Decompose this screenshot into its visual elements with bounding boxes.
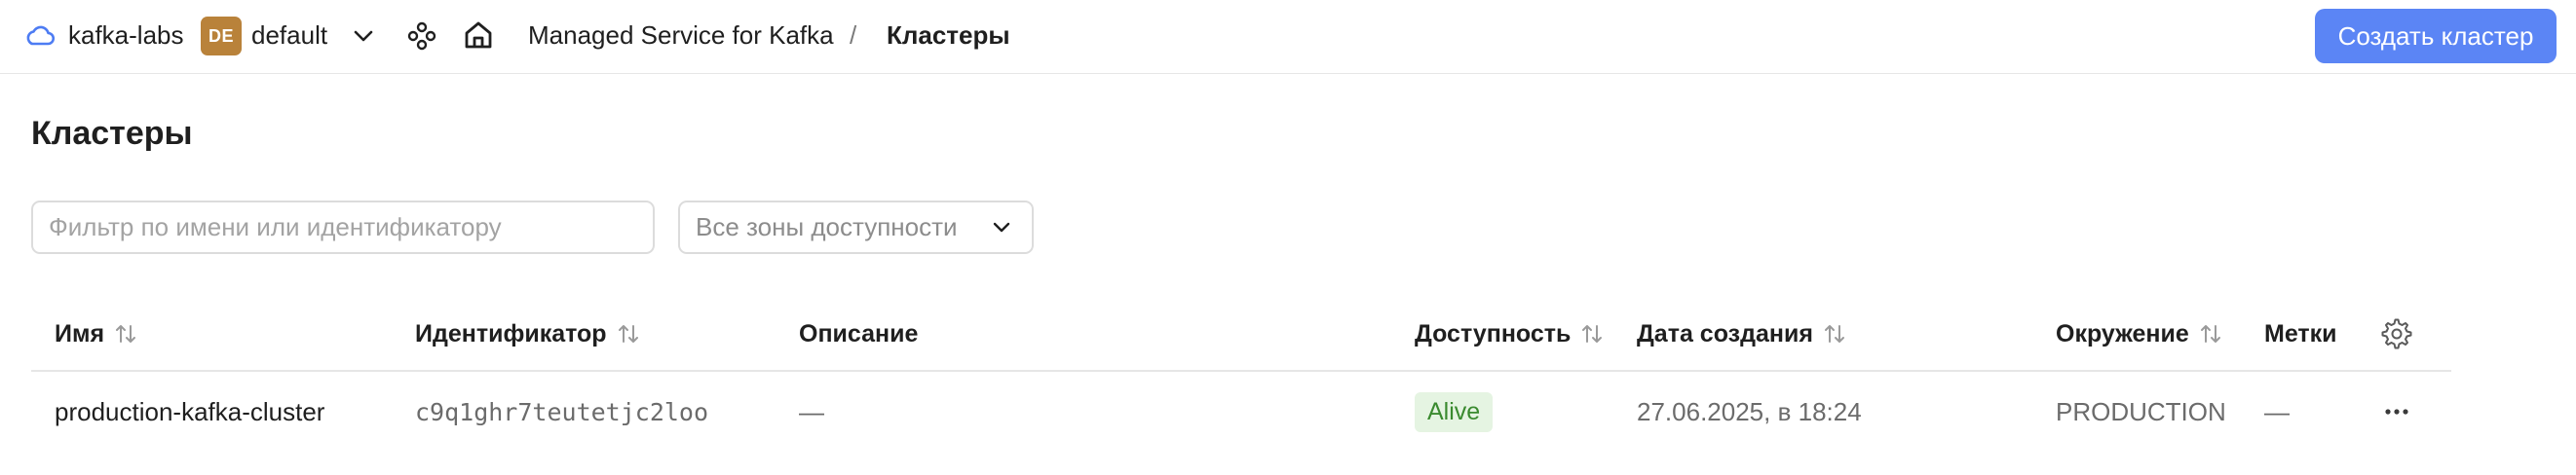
column-header-labels: Метки [2264, 298, 2337, 370]
folder-name[interactable]: default [251, 18, 327, 53]
services-icon[interactable] [405, 19, 438, 53]
table-header: Имя Идентификатор Описание Доступность Д… [31, 298, 2451, 372]
status-badge: Alive [1415, 391, 1494, 432]
column-header-id[interactable]: Идентификатор [415, 298, 642, 370]
column-header-label: Дата создания [1637, 319, 1813, 347]
create-cluster-button[interactable]: Создать кластер [2315, 9, 2557, 63]
top-bar: kafka-labs DE default Managed Service fo… [0, 0, 2576, 74]
breadcrumb-current: Кластеры [887, 19, 1010, 50]
column-header-label: Идентификатор [415, 319, 607, 347]
cell-availability: Alive [1415, 372, 1494, 452]
column-header-label: Доступность [1415, 319, 1572, 347]
cell-environment: PRODUCTION [2056, 396, 2226, 426]
column-header-name[interactable]: Имя [55, 298, 139, 370]
gear-icon[interactable] [2379, 316, 2414, 351]
column-header-created[interactable]: Дата создания [1637, 298, 1848, 370]
column-header-label: Окружение [2056, 319, 2189, 347]
column-header-label: Имя [55, 319, 105, 347]
column-header-label: Описание [799, 319, 919, 347]
row-actions[interactable] [2379, 372, 2414, 452]
chevron-down-icon [987, 213, 1016, 242]
cell-labels: — [2264, 396, 2290, 426]
clusters-table: Имя Идентификатор Описание Доступность Д… [31, 298, 2451, 452]
more-horizontal-icon[interactable] [2379, 394, 2414, 429]
chevron-down-icon[interactable] [349, 21, 378, 51]
cell-created: 27.06.2025, в 18:24 [1637, 396, 1862, 426]
cell-name[interactable]: production-kafka-cluster [55, 372, 324, 452]
folder-badge[interactable]: DE [201, 17, 242, 55]
column-header-label: Метки [2264, 319, 2337, 347]
breadcrumb-separator: / [850, 19, 857, 50]
cloud-name[interactable]: kafka-labs [68, 18, 184, 53]
column-settings[interactable] [2379, 298, 2414, 370]
cloud-icon[interactable] [23, 19, 57, 53]
cell-id[interactable]: c9q1ghr7teutetjc2loo [415, 372, 708, 452]
cell-description: — [799, 396, 824, 426]
breadcrumb-service[interactable]: Managed Service for Kafka [528, 18, 834, 53]
sort-icon[interactable] [112, 320, 139, 347]
table-row[interactable]: production-kafka-cluster c9q1ghr7teutetj… [31, 372, 2451, 452]
column-header-description: Описание [799, 298, 918, 370]
search-input[interactable] [31, 201, 655, 254]
column-header-environment[interactable]: Окружение [2056, 298, 2224, 370]
sort-icon[interactable] [1578, 320, 1606, 347]
sort-icon[interactable] [1821, 320, 1848, 347]
sort-icon[interactable] [615, 320, 642, 347]
zone-select-value: Все зоны доступности [696, 212, 958, 241]
zone-select[interactable]: Все зоны доступности [678, 201, 1034, 254]
sort-icon[interactable] [2197, 320, 2224, 347]
column-header-availability[interactable]: Доступность [1415, 298, 1606, 370]
home-icon[interactable] [461, 18, 496, 53]
page-title: Кластеры [31, 115, 193, 152]
